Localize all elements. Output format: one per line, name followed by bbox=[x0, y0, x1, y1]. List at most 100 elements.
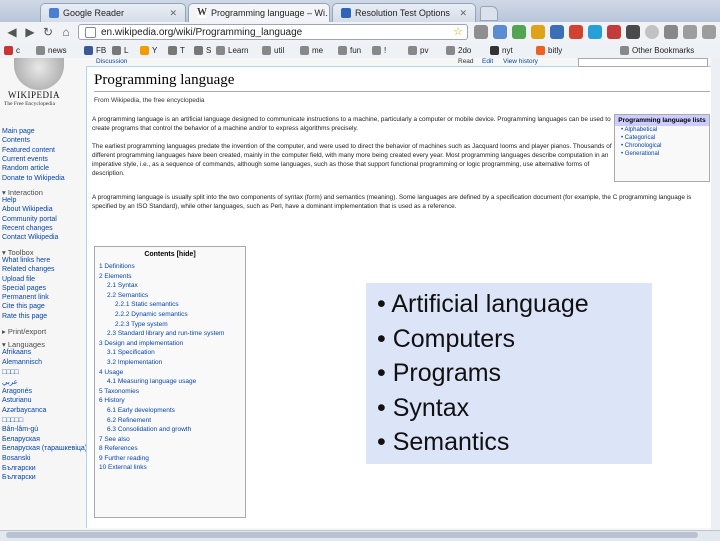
tab-history[interactable]: View history bbox=[503, 58, 538, 65]
toc-item[interactable]: 3 Design and implementation bbox=[95, 339, 245, 349]
bookmark-item[interactable]: util bbox=[262, 43, 284, 57]
new-tab-button[interactable] bbox=[480, 6, 498, 21]
sidebar-section-heading[interactable]: ▾ Languages bbox=[2, 340, 45, 349]
sidebar-link[interactable]: Donate to Wikipedia bbox=[2, 175, 65, 182]
reload-icon[interactable]: ↻ bbox=[40, 24, 56, 40]
sidebar-link[interactable]: Featured content bbox=[2, 147, 55, 154]
sidebar-link[interactable]: Random article bbox=[2, 165, 49, 172]
sidebar-link[interactable]: □□□□□ bbox=[2, 417, 23, 424]
close-icon[interactable]: ✕ bbox=[459, 8, 467, 19]
bookmark-item[interactable]: Learn bbox=[216, 43, 248, 57]
sidebar-link[interactable]: Беларуская bbox=[2, 436, 40, 443]
toc-item[interactable]: 3.1 Specification bbox=[95, 348, 245, 358]
back-icon[interactable]: ◀ bbox=[4, 24, 20, 40]
toc-item[interactable]: 1 Definitions bbox=[95, 262, 245, 272]
infobox-link[interactable]: • Alphabetical bbox=[615, 126, 709, 134]
infobox-link[interactable]: • Categorical bbox=[615, 134, 709, 142]
tab-edit[interactable]: Edit bbox=[482, 58, 493, 65]
toc-item[interactable]: 10 External links bbox=[95, 463, 245, 473]
bookmark-item[interactable]: nyt bbox=[490, 43, 513, 57]
bookmark-item[interactable]: news bbox=[36, 43, 67, 57]
sidebar-link[interactable]: Български bbox=[2, 465, 36, 472]
toc-item[interactable]: 6 History bbox=[95, 396, 245, 406]
extension-icon[interactable] bbox=[588, 25, 602, 39]
toc-item[interactable]: 2.3 Standard library and run-time system bbox=[95, 329, 245, 339]
extension-icon[interactable] bbox=[493, 25, 507, 39]
tab-programming-language[interactable]: W Programming language – Wi… ✕ bbox=[188, 3, 330, 22]
bookmark-item[interactable]: FB bbox=[84, 43, 106, 57]
toc-item[interactable]: 4 Usage bbox=[95, 368, 245, 378]
toc-item[interactable]: 2.1 Syntax bbox=[95, 281, 245, 291]
tab-read[interactable]: Read bbox=[458, 58, 474, 65]
toc-item[interactable]: 4.1 Measuring language usage bbox=[95, 377, 245, 387]
sidebar-link[interactable]: Permanent link bbox=[2, 294, 49, 301]
bookmark-item[interactable]: 2do bbox=[446, 43, 471, 57]
extension-icon[interactable] bbox=[512, 25, 526, 39]
bookmark-item[interactable]: T bbox=[168, 43, 185, 57]
extension-icon[interactable] bbox=[664, 25, 678, 39]
sidebar-link[interactable]: Български bbox=[2, 474, 36, 481]
search-input[interactable] bbox=[578, 58, 708, 67]
extension-icon[interactable] bbox=[474, 25, 488, 39]
sidebar-link[interactable]: Bosanski bbox=[2, 455, 30, 462]
toc-item[interactable]: 2 Elements bbox=[95, 272, 245, 282]
sidebar-link[interactable]: Rate this page bbox=[2, 313, 47, 320]
sidebar-section-heading[interactable]: ▾ Interaction bbox=[2, 188, 43, 197]
sidebar-link[interactable]: Contents bbox=[2, 137, 30, 144]
infobox-link[interactable]: • Generational bbox=[615, 150, 709, 158]
toc-item[interactable]: 9 Further reading bbox=[95, 454, 245, 464]
sidebar-link[interactable]: Related changes bbox=[2, 266, 55, 273]
sidebar-section-heading[interactable]: ▸ Print/export bbox=[2, 327, 46, 336]
bookmark-item[interactable]: Y bbox=[140, 43, 157, 57]
bookmark-star-icon[interactable]: ☆ bbox=[453, 25, 463, 38]
sidebar-link[interactable]: Special pages bbox=[2, 285, 46, 292]
forward-icon[interactable]: ▶ bbox=[22, 24, 38, 40]
toc-item[interactable]: 5 Taxonomies bbox=[95, 387, 245, 397]
sidebar-link[interactable]: Cite this page bbox=[2, 303, 45, 310]
toc-item[interactable]: 2.2.2 Dynamic semantics bbox=[95, 310, 245, 320]
toc-title[interactable]: Contents [hide] bbox=[95, 251, 245, 258]
scrollbar-thumb[interactable] bbox=[6, 532, 698, 538]
toc-item[interactable]: 2.2.3 Type system bbox=[95, 320, 245, 330]
sidebar-link[interactable]: What links here bbox=[2, 257, 50, 264]
sidebar-link[interactable]: Recent changes bbox=[2, 225, 53, 232]
bookmark-item[interactable]: pv bbox=[408, 43, 428, 57]
sidebar-link[interactable]: Contact Wikipedia bbox=[2, 234, 58, 241]
sidebar-link[interactable]: Aragonés bbox=[2, 388, 32, 395]
sidebar-link[interactable]: Bân-lâm-gú bbox=[2, 426, 38, 433]
toc-item[interactable]: 7 See also bbox=[95, 435, 245, 445]
sidebar-link[interactable]: Main page bbox=[2, 128, 35, 135]
tab-discussion[interactable]: Discussion bbox=[96, 58, 127, 65]
sidebar-section-heading[interactable]: ▾ Toolbox bbox=[2, 248, 34, 257]
sidebar-link[interactable]: Azərbaycanca bbox=[2, 407, 46, 414]
toc-item[interactable]: 6.2 Refinement bbox=[95, 416, 245, 426]
extension-icon[interactable] bbox=[550, 25, 564, 39]
bookmark-item[interactable]: me bbox=[300, 43, 323, 57]
bookmark-item[interactable]: ! bbox=[372, 43, 386, 57]
bookmark-item[interactable]: bitly bbox=[536, 43, 562, 57]
toc-item[interactable]: 2.2.1 Static semantics bbox=[95, 300, 245, 310]
tab-google-reader[interactable]: Google Reader ✕ bbox=[40, 3, 186, 22]
extension-icon[interactable] bbox=[569, 25, 583, 39]
sidebar-link[interactable]: About Wikipedia bbox=[2, 206, 53, 213]
address-bar[interactable]: en.wikipedia.org/wiki/Programming_langua… bbox=[78, 24, 468, 40]
toc-item[interactable]: 8 References bbox=[95, 444, 245, 454]
bookmark-item[interactable]: fun bbox=[338, 43, 361, 57]
toc-item[interactable]: 3.2 Implementation bbox=[95, 358, 245, 368]
extension-icon[interactable] bbox=[531, 25, 545, 39]
close-icon[interactable]: ✕ bbox=[169, 8, 177, 19]
toc-item[interactable]: 6.3 Consolidation and growth bbox=[95, 425, 245, 435]
bookmark-item[interactable]: L bbox=[112, 43, 128, 57]
sidebar-link[interactable]: Afrikaans bbox=[2, 349, 31, 356]
sidebar-link[interactable]: Community portal bbox=[2, 216, 57, 223]
sidebar-link[interactable]: Alemannisch bbox=[2, 359, 42, 366]
sidebar-link[interactable]: Upload file bbox=[2, 276, 35, 283]
sidebar-link[interactable]: عربي bbox=[2, 378, 18, 386]
sidebar-link[interactable]: Asturianu bbox=[2, 397, 32, 404]
bookmark-item[interactable]: S bbox=[194, 43, 211, 57]
toc-item[interactable]: 6.1 Early developments bbox=[95, 406, 245, 416]
tab-resolution-test[interactable]: Resolution Test Options ✕ bbox=[332, 3, 476, 22]
extension-icon[interactable] bbox=[645, 25, 659, 39]
page-menu-icon[interactable] bbox=[683, 25, 697, 39]
home-icon[interactable]: ⌂ bbox=[58, 24, 74, 40]
